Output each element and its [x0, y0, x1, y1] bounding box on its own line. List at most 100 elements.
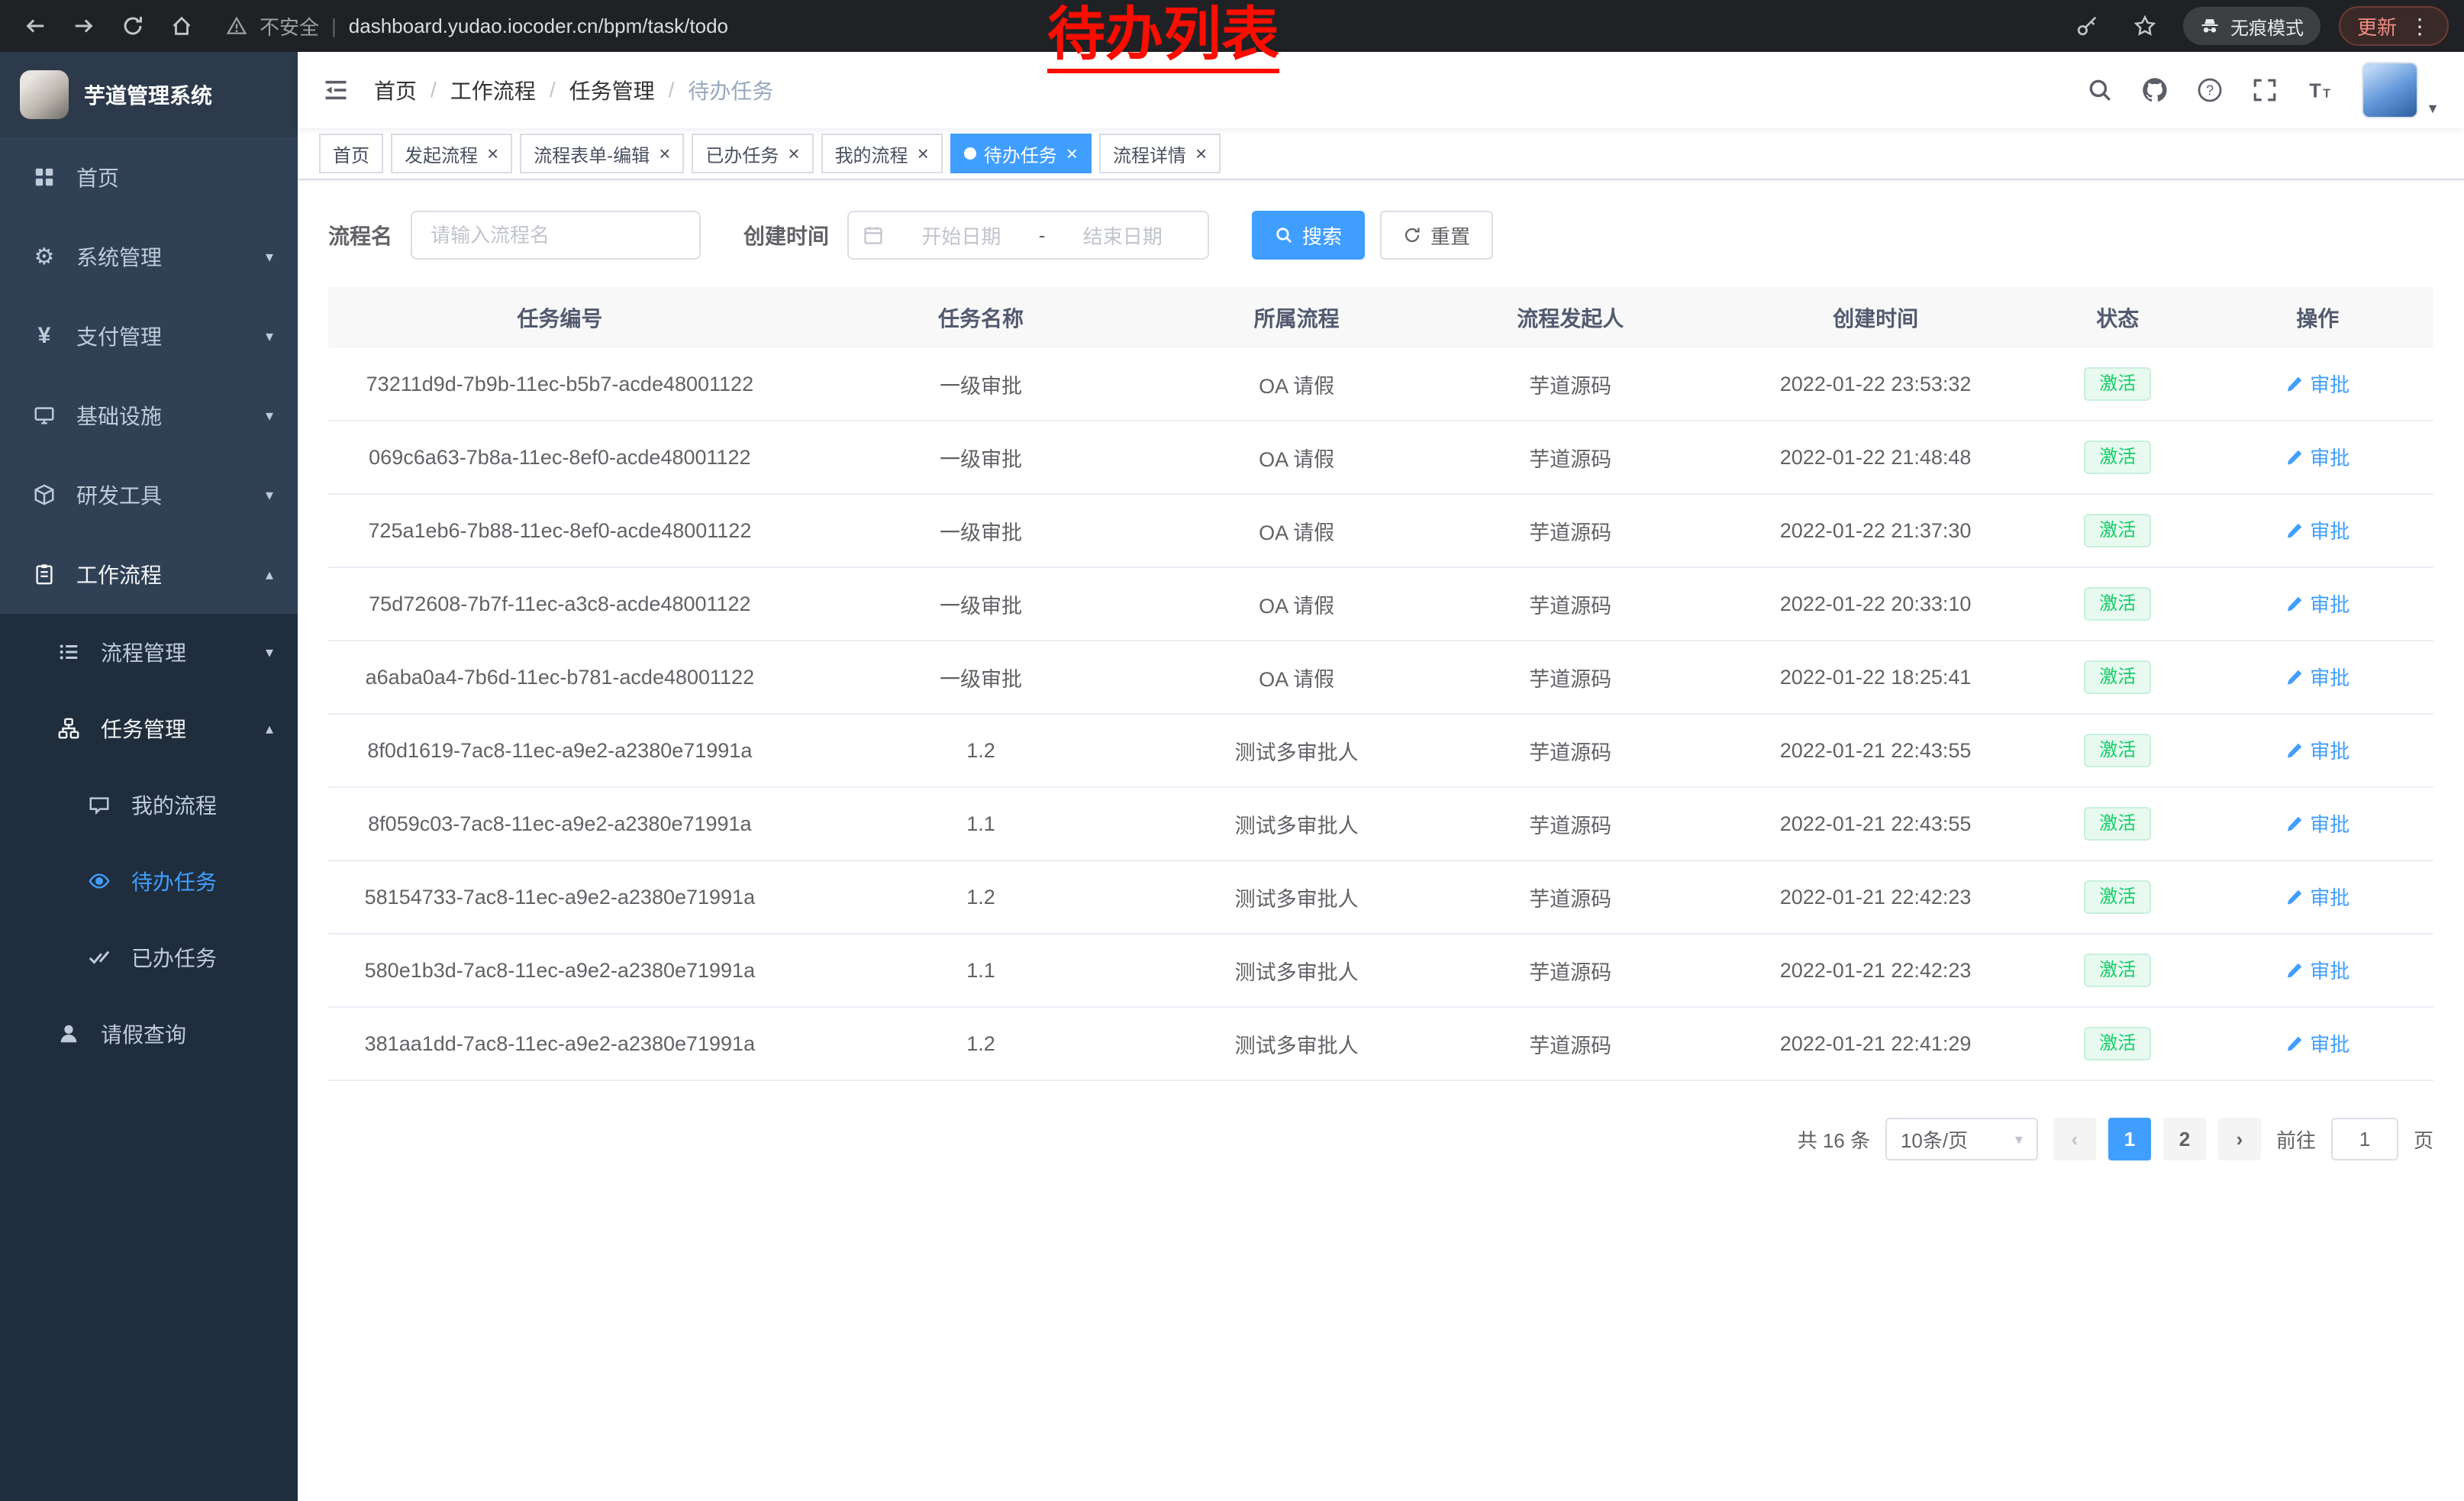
sidebar-item-infra[interactable]: 基础设施 ▾: [0, 376, 298, 455]
breadcrumb-task-mgmt[interactable]: 任务管理: [569, 75, 655, 105]
status-badge: 激活: [2084, 807, 2151, 841]
sidebar-item-task-mgmt[interactable]: 任务管理 ▴: [0, 690, 298, 767]
cell-starter: 芋道源码: [1423, 1029, 1717, 1059]
approve-link[interactable]: 审批: [2285, 370, 2350, 398]
edit-icon: [2285, 888, 2304, 906]
sidebar-item-done-task[interactable]: 已办任务: [0, 919, 298, 996]
menu-label: 系统管理: [76, 241, 162, 272]
user-avatar[interactable]: ▼: [2362, 62, 2440, 118]
close-icon[interactable]: ×: [918, 144, 929, 163]
help-icon[interactable]: ?: [2197, 77, 2223, 103]
date-range-picker[interactable]: 开始日期 - 结束日期: [847, 211, 1209, 260]
cell-status: 激活: [2033, 367, 2202, 401]
approve-link[interactable]: 审批: [2285, 443, 2350, 471]
sidebar-item-todo-task[interactable]: 待办任务: [0, 843, 298, 919]
approve-link[interactable]: 审批: [2285, 736, 2350, 764]
password-key-icon[interactable]: [2067, 6, 2107, 46]
chevron-down-icon: ▾: [266, 643, 273, 662]
breadcrumb-separator: /: [550, 78, 556, 102]
reset-button[interactable]: 重置: [1380, 211, 1493, 260]
fullscreen-icon[interactable]: [2252, 77, 2278, 103]
forward-icon[interactable]: [64, 6, 104, 46]
font-size-icon[interactable]: TT: [2307, 77, 2333, 103]
sidebar-item-leave-query[interactable]: 请假查询: [0, 996, 298, 1072]
approve-link[interactable]: 审批: [2285, 809, 2350, 838]
sidebar-item-system[interactable]: ⚙ 系统管理 ▾: [0, 217, 298, 296]
column-starter: 流程发起人: [1423, 302, 1717, 333]
reload-icon[interactable]: [113, 6, 153, 46]
bookmark-star-icon[interactable]: [2125, 6, 2165, 46]
close-icon[interactable]: ×: [1066, 144, 1078, 163]
chevron-down-icon: ▾: [266, 327, 273, 346]
close-icon[interactable]: ×: [487, 144, 498, 163]
svg-text:?: ?: [2206, 82, 2214, 98]
sidebar-item-home[interactable]: 首页: [0, 137, 298, 217]
menu-label: 研发工具: [76, 479, 162, 510]
goto-page-input[interactable]: [2331, 1118, 2398, 1160]
approve-link[interactable]: 审批: [2285, 956, 2350, 984]
home-icon[interactable]: [162, 6, 202, 46]
process-name-input[interactable]: [411, 211, 701, 260]
tab-my-process[interactable]: 我的流程×: [821, 134, 943, 173]
menu-dots-icon[interactable]: ⋮: [2409, 14, 2430, 39]
page-size-select[interactable]: 10条/页 ▾: [1885, 1118, 2038, 1160]
tab-home[interactable]: 首页: [319, 134, 383, 173]
sidebar: 芋道管理系统 首页 ⚙ 系统管理 ▾ ¥ 支付管理 ▾ 基础设施 ▾: [0, 52, 298, 1501]
search-icon[interactable]: [2087, 77, 2113, 103]
breadcrumb-home[interactable]: 首页: [374, 75, 417, 105]
close-icon[interactable]: ×: [659, 144, 670, 163]
search-icon: [1275, 226, 1293, 244]
cell-created-time: 2022-01-22 18:25:41: [1717, 666, 2033, 689]
breadcrumb-workflow[interactable]: 工作流程: [450, 75, 536, 105]
update-button[interactable]: 更新 ⋮: [2339, 6, 2449, 46]
close-icon[interactable]: ×: [788, 144, 799, 163]
page-button-2[interactable]: 2: [2163, 1118, 2206, 1160]
approve-link[interactable]: 审批: [2285, 1029, 2350, 1057]
sidebar-item-devtools[interactable]: 研发工具 ▾: [0, 455, 298, 534]
column-status: 状态: [2033, 302, 2202, 333]
back-icon[interactable]: [15, 6, 55, 46]
menu-label: 请假查询: [101, 1018, 186, 1049]
tab-todo-task[interactable]: 待办任务×: [950, 134, 1092, 173]
table-row: 8f0d1619-7ac8-11ec-a9e2-a2380e71991a 1.2…: [328, 715, 2433, 788]
cell-actions: 审批: [2202, 956, 2433, 985]
sidebar-item-workflow[interactable]: 工作流程 ▴: [0, 534, 298, 614]
tags-view-bar: 首页 发起流程× 流程表单-编辑× 已办任务× 我的流程× 待办任务× 流程详情…: [298, 128, 2464, 180]
sidebar-item-payment[interactable]: ¥ 支付管理 ▾: [0, 296, 298, 376]
start-date-placeholder: 开始日期: [890, 221, 1033, 250]
cell-actions: 审批: [2202, 809, 2433, 838]
cell-process: 测试多审批人: [1170, 883, 1423, 912]
approve-link[interactable]: 审批: [2285, 516, 2350, 544]
list-icon: [55, 641, 82, 663]
sidebar-logo[interactable]: 芋道管理系统: [0, 52, 298, 137]
sidebar-toggle-icon[interactable]: [322, 76, 350, 104]
sidebar-item-process-mgmt[interactable]: 流程管理 ▾: [0, 614, 298, 690]
gear-icon: ⚙: [31, 244, 58, 270]
cell-task-name: 一级审批: [792, 443, 1170, 473]
annotation-overlay: 待办列表: [1047, 3, 1279, 73]
cell-created-time: 2022-01-22 21:48:48: [1717, 446, 2033, 470]
cell-task-name: 1.2: [792, 739, 1170, 763]
cell-status: 激活: [2033, 880, 2202, 914]
sidebar-item-my-process[interactable]: 我的流程: [0, 767, 298, 843]
search-button[interactable]: 搜索: [1252, 211, 1365, 260]
column-task-id: 任务编号: [328, 302, 792, 333]
cell-task-name: 一级审批: [792, 516, 1170, 546]
page-button-1[interactable]: 1: [2108, 1118, 2151, 1160]
cell-created-time: 2022-01-22 21:37:30: [1717, 519, 2033, 543]
tab-start-process[interactable]: 发起流程×: [391, 134, 512, 173]
approve-link[interactable]: 审批: [2285, 883, 2350, 911]
table-row: 580e1b3d-7ac8-11ec-a9e2-a2380e71991a 1.1…: [328, 934, 2433, 1008]
close-icon[interactable]: ×: [1195, 144, 1207, 163]
tab-done-task[interactable]: 已办任务×: [692, 134, 813, 173]
cell-created-time: 2022-01-21 22:42:23: [1717, 886, 2033, 909]
prev-page-button[interactable]: ‹: [2053, 1118, 2096, 1160]
approve-link[interactable]: 审批: [2285, 589, 2350, 618]
tab-form-edit[interactable]: 流程表单-编辑×: [520, 134, 684, 173]
approve-link[interactable]: 审批: [2285, 663, 2350, 691]
github-icon[interactable]: [2142, 77, 2168, 103]
table-row: 725a1eb6-7b88-11ec-8ef0-acde48001122 一级审…: [328, 495, 2433, 568]
tab-process-detail[interactable]: 流程详情×: [1099, 134, 1221, 173]
cell-created-time: 2022-01-21 22:41:29: [1717, 1032, 2033, 1056]
next-page-button[interactable]: ›: [2218, 1118, 2261, 1160]
